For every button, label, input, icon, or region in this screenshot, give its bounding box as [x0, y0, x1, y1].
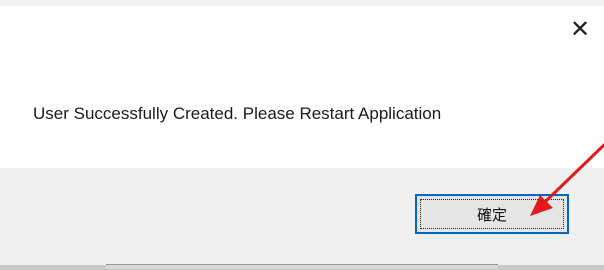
ok-button[interactable]: 確定 — [415, 194, 569, 234]
close-button[interactable]: ✕ — [562, 14, 598, 44]
message-dialog: ✕ User Successfully Created. Please Rest… — [0, 0, 604, 270]
scrollbar-track — [106, 264, 498, 269]
close-icon: ✕ — [569, 15, 591, 43]
title-bar — [0, 0, 604, 6]
dialog-message: User Successfully Created. Please Restar… — [33, 104, 442, 123]
